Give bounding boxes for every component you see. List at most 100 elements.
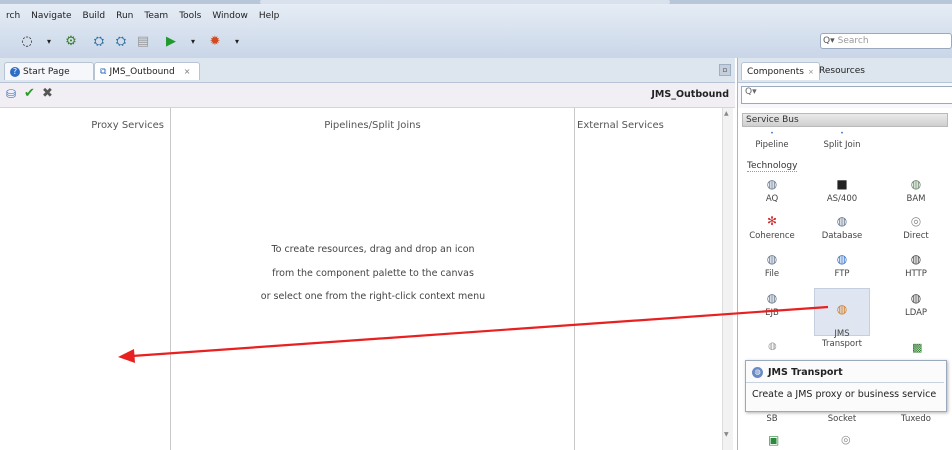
palette-item-as400[interactable]: ■ AS/400 bbox=[814, 177, 870, 204]
palette-item-bam[interactable]: ◍ BAM bbox=[888, 177, 944, 204]
editor-toolbar: ⛁ ✔ ✖ JMS_Outbound bbox=[0, 83, 735, 108]
file-icon: ◍ bbox=[766, 252, 778, 266]
palette-item-coherence[interactable]: ✻ Coherence bbox=[744, 214, 800, 241]
palette-item-tuxedo[interactable]: Tuxedo bbox=[888, 414, 944, 424]
ftp-icon: ◍ bbox=[836, 252, 848, 266]
check-icon[interactable]: ✔ bbox=[24, 86, 35, 101]
clean-icon[interactable]: ▤ bbox=[134, 34, 152, 49]
tab-jms-outbound[interactable]: ⧉ JMS_Outbound × bbox=[94, 62, 200, 80]
menu-bar: rch Navigate Build Run Team Tools Window… bbox=[6, 11, 279, 21]
palette-item-ldap[interactable]: ◍ LDAP bbox=[888, 291, 944, 318]
palette-item-database[interactable]: ◍ Database bbox=[814, 214, 870, 241]
ws-icon[interactable]: ▣ bbox=[768, 433, 779, 447]
bam-icon: ◍ bbox=[910, 177, 922, 191]
rebuild-icon[interactable]: ⛭ bbox=[112, 34, 130, 49]
menu-build[interactable]: Build bbox=[83, 11, 106, 21]
global-search-input[interactable]: Q▾ Search bbox=[820, 33, 952, 49]
palette-item-file[interactable]: ◍ File bbox=[744, 252, 800, 279]
run-icon[interactable]: ▶ bbox=[162, 34, 180, 49]
tab-label: Start Page bbox=[23, 66, 70, 77]
palette-item-ftp[interactable]: ◍ FTP bbox=[814, 252, 870, 279]
menu-navigate[interactable]: Navigate bbox=[31, 11, 71, 21]
maximize-icon[interactable]: ▫ bbox=[719, 64, 731, 76]
wsdl-icon[interactable]: ◎ bbox=[841, 433, 851, 446]
column-header: Pipelines/Split Joins bbox=[324, 120, 421, 131]
mqtt-icon[interactable]: ▩ bbox=[912, 341, 922, 354]
close-icon[interactable]: × bbox=[184, 67, 191, 76]
tab-start-page[interactable]: ? Start Page bbox=[4, 62, 94, 80]
ldap-icon: ◍ bbox=[910, 291, 922, 305]
tooltip-title: JMS Transport bbox=[768, 367, 843, 378]
pipelines-column[interactable]: Pipelines/Split Joins bbox=[171, 108, 575, 450]
editor-title: JMS_Outbound bbox=[651, 89, 729, 100]
menu-window[interactable]: Window bbox=[212, 11, 248, 21]
palette-item-socket[interactable]: Socket bbox=[814, 414, 870, 424]
composite-icon: ⧉ bbox=[100, 66, 107, 77]
delete-icon[interactable]: ✖ bbox=[42, 86, 53, 101]
palette-item-sb[interactable]: SB bbox=[744, 414, 800, 424]
forward-nav-icon[interactable]: ◌ bbox=[18, 34, 36, 49]
tab-label: Resources bbox=[819, 66, 865, 76]
palette-search-input[interactable]: Q▾ bbox=[741, 86, 952, 104]
menu-search-partial[interactable]: rch bbox=[6, 11, 20, 21]
help-circle-icon: ? bbox=[10, 66, 20, 77]
design-canvas[interactable]: Proxy Services Pipelines/Split Joins Ext… bbox=[0, 108, 730, 450]
column-header: External Services bbox=[577, 120, 664, 131]
as400-icon: ■ bbox=[836, 177, 848, 191]
top-bar: rch Navigate Build Run Team Tools Window… bbox=[0, 0, 952, 58]
canvas-hint-line: or select one from the right-click conte… bbox=[260, 291, 486, 302]
jms-transport-icon: ◍ bbox=[752, 367, 763, 378]
tab-label: Components bbox=[747, 66, 804, 77]
dropdown-icon[interactable]: ▾ bbox=[40, 37, 58, 46]
search-icon: Q▾ bbox=[823, 36, 835, 46]
http-icon: ◍ bbox=[910, 252, 922, 266]
tab-components[interactable]: Components × bbox=[741, 62, 820, 80]
build-icon[interactable]: ⛭ bbox=[90, 34, 108, 49]
tab-resources[interactable]: Resources bbox=[814, 62, 870, 80]
canvas-hint-line: To create resources, drag and drop an ic… bbox=[271, 244, 475, 255]
debug-dropdown-icon[interactable]: ▾ bbox=[228, 37, 246, 46]
database-icon: ◍ bbox=[836, 214, 848, 228]
palette-item-aq[interactable]: ◍ AQ bbox=[744, 177, 800, 204]
tooltip-body: Create a JMS proxy or business service bbox=[752, 389, 937, 400]
palette-tabs: Components × Resources bbox=[738, 58, 952, 83]
mq-icon[interactable]: ◍ bbox=[768, 341, 777, 352]
run-dropdown-icon[interactable]: ▾ bbox=[184, 37, 202, 46]
proxy-services-column[interactable]: Proxy Services bbox=[0, 108, 171, 450]
window-title-strip bbox=[0, 0, 952, 4]
coherence-icon: ✻ bbox=[766, 214, 778, 228]
palette-item-pipeline[interactable]: • Pipeline bbox=[744, 130, 800, 150]
jms-transport-tooltip: ◍ JMS Transport Create a JMS proxy or bu… bbox=[745, 360, 947, 412]
menu-team[interactable]: Team bbox=[144, 11, 168, 21]
menu-tools[interactable]: Tools bbox=[179, 11, 201, 21]
palette-item-direct[interactable]: ◎ Direct bbox=[888, 214, 944, 241]
pipeline-icon: • bbox=[770, 130, 774, 137]
canvas-hint-line: from the component palette to the canvas bbox=[272, 268, 474, 279]
canvas-scrollbar[interactable]: ▲ ▼ bbox=[722, 108, 733, 450]
search-placeholder: Search bbox=[837, 36, 869, 46]
tab-label: JMS_Outbound bbox=[109, 66, 175, 77]
technology-header[interactable]: Technology bbox=[747, 161, 798, 172]
debug-icon[interactable]: ✹ bbox=[206, 34, 224, 49]
external-services-column[interactable]: External Services bbox=[575, 108, 722, 450]
validate-icon[interactable]: ⛁ bbox=[6, 87, 16, 101]
tooltip-title-row: ◍ JMS Transport bbox=[752, 367, 843, 378]
palette-item-ejb[interactable]: ◍ EJB bbox=[744, 291, 800, 318]
menu-run[interactable]: Run bbox=[116, 11, 133, 21]
editor-tab-row: ? Start Page ⧉ JMS_Outbound × ▫ bbox=[0, 58, 735, 83]
search-icon: Q▾ bbox=[745, 87, 757, 97]
column-header: Proxy Services bbox=[91, 120, 164, 131]
jms-transport-icon: ◍ bbox=[836, 302, 848, 316]
deploy-icon[interactable]: ⚙ bbox=[62, 34, 80, 49]
palette-item-http[interactable]: ◍ HTTP bbox=[888, 252, 944, 279]
aq-icon: ◍ bbox=[766, 177, 778, 191]
ejb-icon: ◍ bbox=[766, 291, 778, 305]
service-bus-header[interactable]: Service Bus bbox=[742, 113, 948, 127]
direct-icon: ◎ bbox=[910, 214, 922, 228]
palette-item-jms-transport[interactable]: ◍ JMS Transport bbox=[814, 288, 870, 349]
palette-item-split-join[interactable]: • Split Join bbox=[814, 130, 870, 150]
menu-help[interactable]: Help bbox=[259, 11, 280, 21]
main-toolbar: ◌ ▾ ⚙ ⛭ ⛭ ▤ ▶ ▾ ✹ ▾ bbox=[18, 34, 246, 49]
split-join-icon: • bbox=[840, 130, 844, 137]
close-icon[interactable]: × bbox=[808, 68, 814, 76]
